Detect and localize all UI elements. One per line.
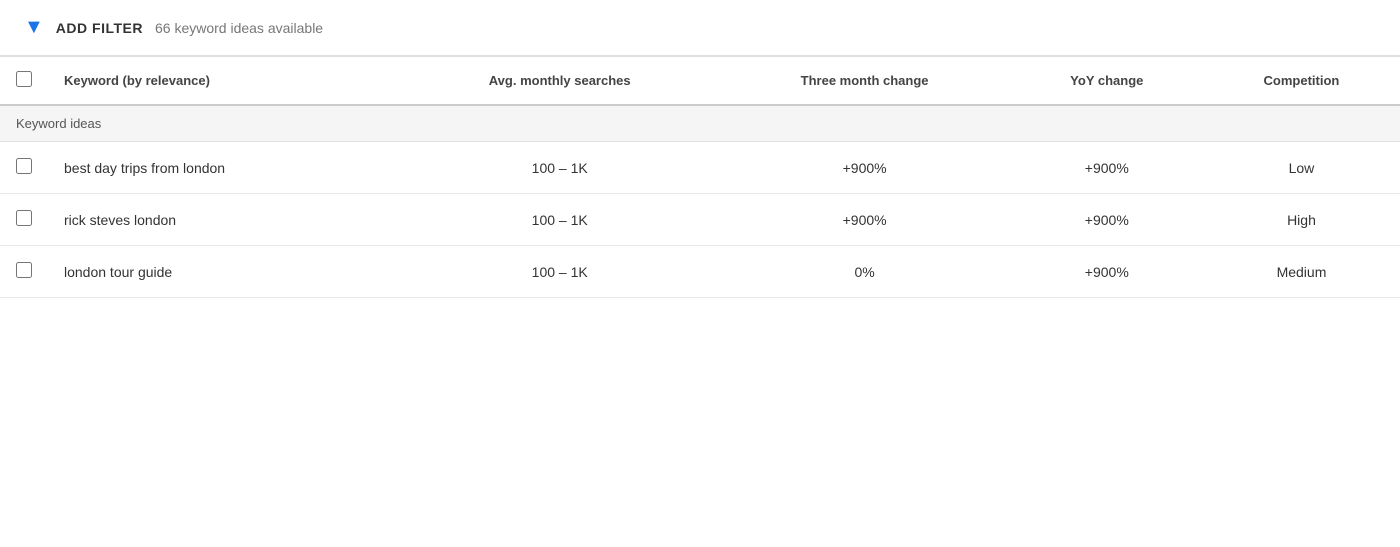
header-competition: Competition [1203,57,1400,106]
header-three-month: Three month change [719,57,1011,106]
keyword-count: 66 keyword ideas available [155,20,323,36]
keyword-name: rick steves london [48,194,401,246]
row-checkbox-cell[interactable] [0,246,48,298]
yoy-change-value: +900% [1011,246,1203,298]
header-checkbox-cell[interactable] [0,57,48,106]
row-checkbox-cell[interactable] [0,194,48,246]
keyword-name: best day trips from london [48,142,401,194]
table-row: rick steves london100 – 1K+900%+900%High [0,194,1400,246]
avg-monthly-value: 100 – 1K [401,142,719,194]
avg-monthly-value: 100 – 1K [401,246,719,298]
three-month-value: +900% [719,194,1011,246]
row-checkbox[interactable] [16,210,32,226]
table-row: london tour guide100 – 1K0%+900%Medium [0,246,1400,298]
row-checkbox-cell[interactable] [0,142,48,194]
header-avg-monthly: Avg. monthly searches [401,57,719,106]
three-month-value: 0% [719,246,1011,298]
section-row: Keyword ideas [0,105,1400,142]
table-header-row: Keyword (by relevance) Avg. monthly sear… [0,57,1400,106]
add-filter-label[interactable]: ADD FILTER [56,20,143,36]
section-label: Keyword ideas [0,105,1400,142]
row-checkbox[interactable] [16,262,32,278]
table-row: best day trips from london100 – 1K+900%+… [0,142,1400,194]
row-checkbox[interactable] [16,158,32,174]
keyword-table: Keyword (by relevance) Avg. monthly sear… [0,56,1400,298]
header-yoy-change: YoY change [1011,57,1203,106]
header-keyword: Keyword (by relevance) [48,57,401,106]
top-bar: ▼ ADD FILTER 66 keyword ideas available [0,0,1400,56]
keyword-name: london tour guide [48,246,401,298]
filter-icon: ▼ [24,16,44,39]
competition-value: High [1203,194,1400,246]
competition-value: Low [1203,142,1400,194]
select-all-checkbox[interactable] [16,71,32,87]
avg-monthly-value: 100 – 1K [401,194,719,246]
competition-value: Medium [1203,246,1400,298]
yoy-change-value: +900% [1011,142,1203,194]
three-month-value: +900% [719,142,1011,194]
yoy-change-value: +900% [1011,194,1203,246]
keyword-table-container: Keyword (by relevance) Avg. monthly sear… [0,56,1400,298]
